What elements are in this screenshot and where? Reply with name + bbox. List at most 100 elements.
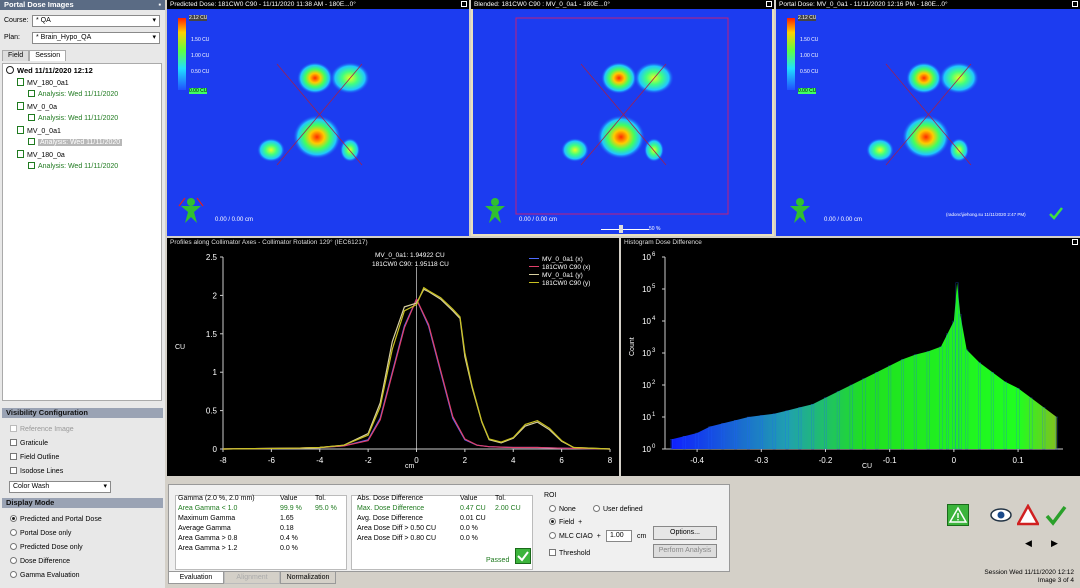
radio-dot [10,529,17,536]
patient-orientation-icon [481,196,509,224]
display-portal-only-radio[interactable]: Portal Dose only [10,529,71,539]
histogram-plot[interactable]: Histogram Dose Difference -0.4 -0.3 -0.2 -0… [621,238,1080,476]
field-outline-checkbox[interactable]: Field Outline [10,453,59,463]
isodose-lines-label: Isodose Lines [20,468,64,475]
legend-swatch [529,266,539,267]
tab-alignment[interactable]: Alignment [224,572,280,584]
gamma-value: 0.4 % [280,535,298,542]
tree-analysis-label: Analysis: Wed 11/11/2020 [38,115,119,122]
tree-analysis[interactable]: Analysis: Wed 11/11/2020 [28,162,118,172]
analysis-check-icon [28,90,35,97]
session-tree: Wed 11/11/2020 12:12 MV_180_0a1 Analysis… [2,63,162,401]
display-option-label: Gamma Evaluation [20,572,80,579]
maximize-icon[interactable] [1072,1,1078,7]
tree-analysis[interactable]: Analysis: Wed 11/11/2020 [28,90,118,100]
approval-user: (radonc\jiehong.su 11/11/2020 2:47 PM) [946,212,1026,217]
tree-analysis-selected[interactable]: Analysis: Wed 11/11/2020 [28,138,123,148]
blended-image[interactable]: Blended: 181CW0 C90 : MV_0_0a1 - 180E...… [471,0,774,236]
y-tick-label: 2 [213,291,218,300]
tab-field[interactable]: Field [2,50,30,61]
perform-analysis-button[interactable]: Perform Analysis [653,544,717,558]
roi-user-defined-radio[interactable]: User defined [593,505,643,513]
y-tick-exponent: 6 [652,252,656,258]
portal-dose-title-text: Portal Dose: MV_0_0a1 - 11/11/2020 12:16… [779,1,948,8]
profile-plot[interactable]: Profiles along Collimator Axes - Collima… [167,238,619,476]
checkbox-box [10,467,17,474]
legend-label: 181CW0 C90 (y) [542,280,591,287]
roi-mlc-radio[interactable]: MLC CIAO + [549,532,601,540]
legend-swatch [529,274,539,275]
isodose-lines-checkbox[interactable]: Isodose Lines [10,467,63,477]
threshold-checkbox[interactable]: Threshold [549,549,590,557]
maximize-icon[interactable] [461,1,467,7]
evaluation-tabs: Evaluation Alignment Normalization [168,572,336,584]
tree-field[interactable]: MV_0_0a [17,102,57,113]
course-row: Course: * QA [0,12,165,29]
display-predicted-and-portal-radio[interactable]: Predicted and Portal Dose [10,515,102,525]
reject-triangle-icon[interactable] [1015,503,1041,526]
visibility-header: Visibility Configuration [2,408,163,418]
y-tick-label: 10 [642,285,651,294]
scale-label: 1.00 CU [800,53,819,59]
options-button[interactable]: Options... [653,526,717,540]
display-dose-difference-radio[interactable]: Dose Difference [10,557,70,567]
abs-row-label: Max. Dose Difference [357,505,425,512]
roi-field-radio[interactable]: Field + [549,518,582,526]
approved-check-icon [1049,206,1063,222]
approve-check-icon[interactable] [1045,504,1067,526]
tree-field[interactable]: MV_0_0a1 [17,126,61,137]
tree-field[interactable]: MV_180_0a [17,150,65,161]
x-tick-label: -4 [316,456,324,465]
passed-check-icon [515,548,531,564]
tree-analysis[interactable]: Analysis: Wed 11/11/2020 [28,114,118,124]
predicted-dose-image[interactable]: Predicted Dose: 181CW0 C90 - 11/11/2020 … [167,0,469,236]
plan-select[interactable]: * Brain_Hypo_QA [32,31,160,44]
legend-label: 181CW0 C90 (x) [542,264,591,271]
tab-session[interactable]: Session [29,50,67,61]
radio-dot [593,505,600,512]
scale-bottom-label: 0.00 CU [189,88,208,94]
portal-dose-image[interactable]: Portal Dose: MV_0_0a1 - 11/11/2020 12:16… [776,0,1080,236]
abs-value: 0.0 % [460,535,478,542]
display-predicted-only-radio[interactable]: Predicted Dose only [10,543,83,553]
blend-slider-track[interactable] [601,229,649,230]
abs-col-label: Abs. Dose Difference Max. Dose Differenc… [357,494,436,544]
profile-title-bar: Profiles along Collimator Axes - Collima… [167,238,619,247]
blend-slider-thumb[interactable] [619,225,623,233]
color-mode-select[interactable]: Color Wash [9,481,111,493]
checkbox-box [10,439,17,446]
y-tick-label: 1.5 [206,330,218,339]
roi-title: ROI [544,492,557,499]
maximize-icon[interactable] [1072,239,1078,245]
roi-field-label: Field [559,519,575,526]
previous-image-icon[interactable]: ◀ [1025,538,1032,549]
gamma-row-label: Area Gamma > 0.8 [178,535,238,542]
patient-orientation-icon [786,196,814,224]
tree-field[interactable]: MV_180_0a1 [17,78,69,89]
analysis-check-icon [28,114,35,121]
histogram-chart: -0.4 -0.3 -0.2 -0.1 0 0.110 010 110 210 310 410 510… [642,252,1063,465]
next-image-icon[interactable]: ▶ [1051,538,1058,549]
radio-dot [549,518,556,525]
tree-root[interactable]: Wed 11/11/2020 12:12 [6,66,93,76]
gamma-row-label: Maximum Gamma [178,515,236,522]
pin-icon[interactable]: ▪ [158,0,161,10]
roi-mlc-label: MLC CIAO [559,533,593,540]
x-tick-label: 8 [608,456,613,465]
reference-image-checkbox[interactable]: Reference Image [10,425,74,435]
tab-normalization[interactable]: Normalization [280,572,336,584]
gamma-value: 0.18 [280,525,294,532]
display-gamma-radio[interactable]: Gamma Evaluation [10,571,80,581]
graticule-checkbox[interactable]: Graticule [10,439,48,449]
roi-margin-input[interactable]: 1.00 [606,530,632,542]
bottom-panel: Gamma (2.0 %, 2.0 mm) Area Gamma < 1.0 M… [165,478,1080,588]
course-select[interactable]: * QA [32,14,160,27]
warning-approve-button[interactable] [947,504,969,526]
dose-image-icon [17,150,24,158]
tab-evaluation[interactable]: Evaluation [168,572,224,584]
eye-icon[interactable] [990,506,1012,524]
profile-legend: MV_0_0a1 (x) 181CW0 C90 (x) MV_0_0a1 (y)… [529,256,590,288]
roi-none-radio[interactable]: None [549,505,576,513]
maximize-icon[interactable] [766,1,772,7]
y-tick-label: 10 [642,253,651,262]
